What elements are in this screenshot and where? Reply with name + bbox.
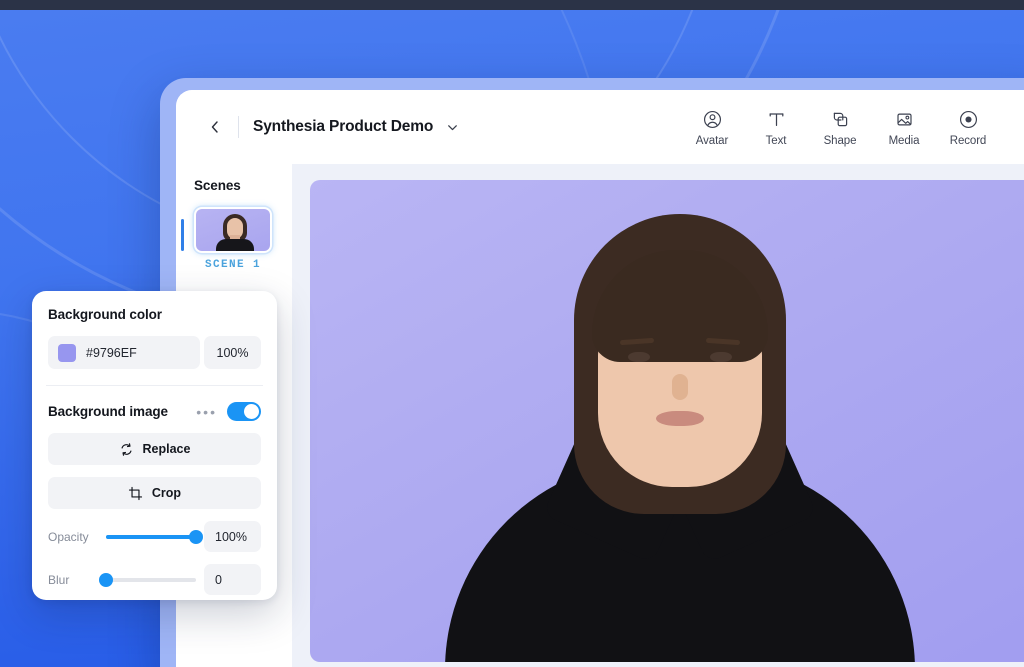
desktop-menubar	[0, 0, 1024, 10]
color-swatch[interactable]	[58, 343, 76, 362]
background-image-row: Background image •••	[48, 402, 261, 421]
opacity-value-input[interactable]: 100%	[204, 521, 261, 552]
chevron-left-icon	[207, 119, 223, 135]
scene-label: SCENE 1	[204, 259, 261, 271]
opacity-label: Opacity	[48, 529, 89, 544]
media-image-icon	[894, 107, 915, 131]
blur-slider-thumb[interactable]	[99, 572, 113, 587]
avatar-eye-right	[710, 352, 732, 362]
background-image-heading: Background image	[48, 404, 168, 419]
scenes-heading: Scenes	[194, 178, 241, 193]
blur-slider[interactable]	[99, 572, 196, 587]
replace-label: Replace	[142, 442, 191, 456]
toolbar-item-text[interactable]: Text	[744, 107, 808, 147]
canvas-area	[292, 164, 1024, 667]
back-button[interactable]	[198, 110, 232, 144]
opacity-slider-thumb[interactable]	[189, 529, 203, 544]
scene-list-item[interactable]: SCENE 1	[176, 207, 292, 271]
screen: Synthesia Product Demo Avatar Text Shape…	[0, 0, 1024, 667]
blur-label: Blur	[48, 572, 70, 587]
scene-thumbnail[interactable]	[194, 207, 272, 253]
toggle-knob	[244, 404, 259, 419]
toolbar-item-media[interactable]: Media	[872, 107, 936, 147]
shape-square-icon	[830, 107, 851, 131]
video-canvas[interactable]	[310, 180, 1024, 662]
background-settings-panel: Background color #9796EF 100% Background…	[32, 291, 277, 600]
app-header: Synthesia Product Demo Avatar Text Shape…	[176, 90, 1024, 164]
background-color-heading: Background color	[48, 307, 162, 322]
background-image-toggle[interactable]	[227, 402, 261, 421]
blur-row: Blur 0	[48, 564, 261, 595]
avatar-person-icon	[702, 107, 723, 131]
toolbar-item-record[interactable]: Record	[936, 107, 1000, 147]
replace-button[interactable]: Replace	[48, 433, 261, 465]
refresh-sync-icon	[119, 442, 134, 457]
background-color-opacity-input[interactable]: 100%	[204, 336, 261, 369]
avatar-nose	[672, 374, 688, 400]
toolbar-label: Text	[765, 135, 787, 147]
crop-button[interactable]: Crop	[48, 477, 261, 509]
toolbar-label: Avatar	[695, 135, 729, 147]
opacity-slider-fill	[106, 534, 196, 539]
record-dot-icon	[958, 107, 979, 131]
blur-value-input[interactable]: 0	[204, 564, 261, 595]
panel-divider	[46, 385, 263, 386]
toolbar-item-avatar[interactable]: Avatar	[680, 107, 744, 147]
crop-icon	[128, 486, 143, 501]
crop-label: Crop	[151, 486, 182, 500]
toolbar-label: Media	[888, 135, 920, 147]
header-divider	[238, 116, 239, 138]
project-menu-button[interactable]	[445, 120, 460, 135]
chevron-down-icon	[445, 120, 460, 135]
avatar-mouth	[656, 411, 704, 426]
project-title: Synthesia Product Demo	[253, 118, 434, 135]
opacity-row: Opacity 100%	[48, 521, 261, 552]
background-color-input[interactable]: #9796EF	[48, 336, 200, 369]
toolbar-label: Shape	[823, 135, 857, 147]
ellipsis-icon[interactable]: •••	[196, 405, 217, 419]
avatar-eye-left	[628, 352, 650, 362]
toolbar-item-shape[interactable]: Shape	[808, 107, 872, 147]
toolbar-label: Record	[949, 135, 987, 147]
color-hex-value: #9796EF	[86, 345, 137, 360]
scene-thumbnail-image	[196, 209, 270, 251]
app-window: Synthesia Product Demo Avatar Text Shape…	[176, 90, 1024, 667]
editor-toolbar: Avatar Text Shape Media Record	[680, 107, 1008, 147]
opacity-slider[interactable]	[106, 529, 203, 544]
scene-selected-indicator	[181, 219, 184, 251]
text-t-icon	[766, 107, 787, 131]
background-color-row: #9796EF 100%	[48, 336, 261, 369]
